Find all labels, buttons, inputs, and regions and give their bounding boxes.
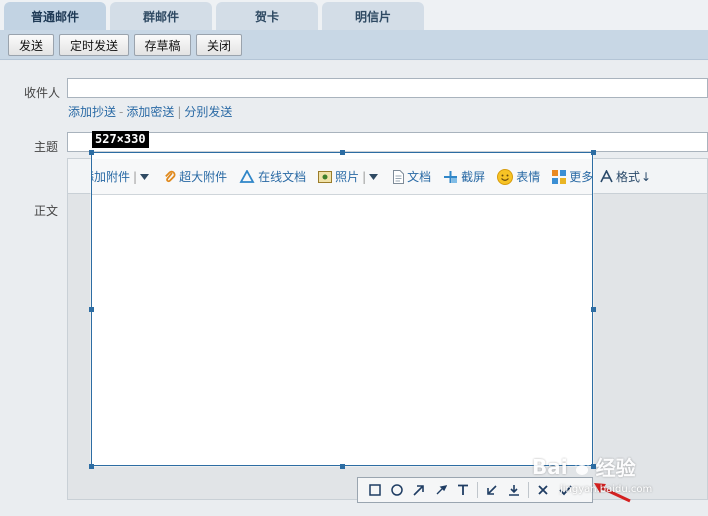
schedule-send-button[interactable]: 定时发送 (59, 34, 129, 56)
arrow-down-icon: ↓ (641, 169, 652, 184)
smiley-icon (497, 168, 514, 185)
chevron-down-icon[interactable] (369, 173, 379, 180)
subject-label: 主题 (34, 140, 59, 154)
tab-group-mail[interactable]: 群邮件 (110, 2, 212, 30)
more-label: 更多 (569, 170, 593, 184)
paw-icon (573, 457, 591, 475)
font-a-icon (600, 170, 613, 183)
format-label: 格式 (616, 170, 641, 184)
screenshot-tool[interactable]: 截屏 (443, 168, 485, 185)
recipient-options: 添加抄送 - 添加密送 | 分别发送 (68, 103, 232, 120)
toolbar-divider (528, 482, 529, 498)
body-label: 正文 (34, 204, 59, 218)
resize-handle-right[interactable] (591, 307, 596, 312)
undo-button[interactable] (481, 479, 503, 501)
document-icon (393, 169, 405, 184)
chevron-down-icon[interactable] (140, 173, 150, 180)
more-tool[interactable]: 更多 (552, 168, 593, 185)
recipient-input[interactable] (67, 78, 708, 98)
rectangle-icon (369, 484, 381, 496)
resize-handle-bottom[interactable] (340, 464, 345, 469)
doc-label: 文档 (407, 170, 432, 184)
emoji-label: 表情 (516, 170, 541, 184)
large-attachment-tool[interactable]: 超大附件 (164, 168, 227, 185)
add-bcc-link[interactable]: 添加密送 (126, 105, 174, 119)
add-cc-link[interactable]: 添加抄送 (68, 105, 116, 119)
close-icon (538, 485, 548, 495)
download-button[interactable] (503, 479, 525, 501)
toolbar-divider (477, 482, 478, 498)
download-icon (509, 485, 519, 496)
online-doc-label: 在线文档 (258, 170, 307, 184)
undo-arrow-icon (487, 485, 497, 495)
photo-icon (318, 170, 333, 183)
tab-normal-mail[interactable]: 普通邮件 (4, 2, 106, 30)
resize-handle-top-left[interactable] (89, 150, 94, 155)
send-button[interactable]: 发送 (8, 34, 54, 56)
tab-greeting-card[interactable]: 贺卡 (216, 2, 318, 30)
emoji-tool[interactable]: 表情 (497, 168, 540, 185)
dropdown-divider: | (133, 169, 138, 184)
doc-tool[interactable]: 文档 (393, 168, 431, 185)
compose-tabs: 普通邮件 群邮件 贺卡 明信片 (0, 0, 708, 30)
resize-handle-top-right[interactable] (591, 150, 596, 155)
link-separator: | (177, 105, 182, 119)
online-doc-tool[interactable]: 在线文档 (239, 168, 306, 185)
arrow-tool-button[interactable] (408, 479, 430, 501)
brush-tool-button[interactable] (430, 479, 452, 501)
tab-label: 贺卡 (254, 9, 279, 24)
recipient-label: 收件人 (24, 86, 61, 100)
brush-icon (436, 485, 447, 495)
tab-label: 普通邮件 (30, 9, 79, 24)
ellipse-tool-button[interactable] (386, 479, 408, 501)
add-attachment-label: 添加附件 (92, 170, 131, 184)
resize-handle-bottom-left[interactable] (89, 464, 94, 469)
cancel-capture-button[interactable] (532, 479, 554, 501)
text-icon (458, 484, 468, 495)
recycle-doc-icon (239, 169, 255, 183)
save-draft-button[interactable]: 存草稿 (134, 34, 191, 56)
text-tool-button[interactable] (452, 479, 474, 501)
baidu-watermark: Bai 经验 (532, 452, 636, 481)
format-tool[interactable]: 格式 ↓ (600, 168, 651, 185)
large-attachment-label: 超大附件 (179, 170, 228, 184)
close-button[interactable]: 关闭 (196, 34, 242, 56)
tab-label: 明信片 (354, 9, 391, 24)
rectangle-tool-button[interactable] (364, 479, 386, 501)
circle-icon (391, 484, 403, 496)
separate-send-link[interactable]: 分别发送 (184, 105, 232, 119)
watermark-url: jingyan.baidu.com (560, 484, 653, 495)
screen-capture-selection[interactable]: 添加附件 | 超大附件 在线文档 照片 | 文档 截屏 表情 (91, 152, 593, 466)
selection-size-badge: 527×330 (92, 131, 149, 148)
paperclip-large-icon (165, 170, 176, 182)
subject-input[interactable] (67, 132, 708, 152)
compose-toolbar: 发送 定时发送 存草稿 关闭 (0, 30, 708, 60)
tab-label: 群邮件 (142, 9, 179, 24)
grid-icon (552, 169, 567, 184)
dropdown-divider: | (362, 169, 367, 184)
resize-handle-top[interactable] (340, 150, 345, 155)
add-attachment-tool[interactable]: 添加附件 | (92, 168, 152, 185)
resize-handle-left[interactable] (89, 307, 94, 312)
watermark-brand-right: 经验 (595, 456, 636, 480)
tab-postcard[interactable]: 明信片 (322, 2, 424, 30)
watermark-brand-left: Bai (532, 454, 568, 479)
link-separator: - (119, 105, 124, 119)
arrow-icon (413, 485, 424, 496)
screenshot-label: 截屏 (461, 170, 486, 184)
captured-editor-toolbar: 添加附件 | 超大附件 在线文档 照片 | 文档 截屏 表情 (92, 159, 593, 195)
photo-tool[interactable]: 照片 | (318, 168, 381, 185)
scissors-icon (444, 170, 458, 183)
photo-label: 照片 (335, 170, 360, 184)
